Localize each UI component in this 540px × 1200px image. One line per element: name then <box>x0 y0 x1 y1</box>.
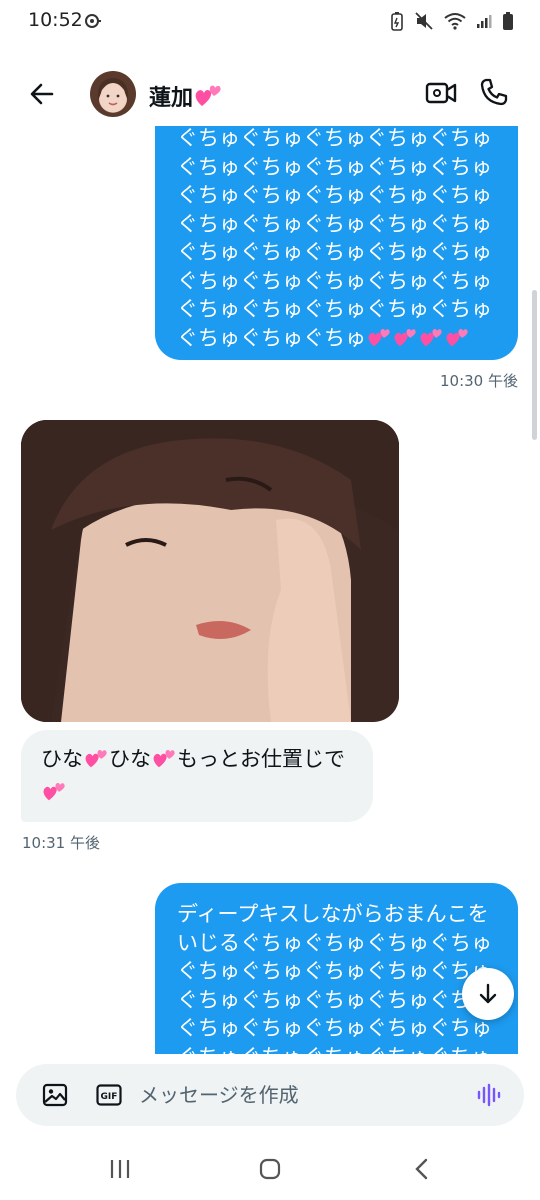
arrow-left-icon <box>30 83 54 105</box>
status-time: 10:52 <box>28 9 83 31</box>
sent-message-bubble[interactable]: ぐちゅぐちゅぐちゅぐちゅぐちゅぐちゅぐちゅぐちゅぐちゅぐちゅぐちゅぐちゅぐちゅぐ… <box>155 126 518 360</box>
message-timestamp: 10:31 午後 <box>22 834 100 852</box>
chevron-left-icon <box>415 1158 428 1180</box>
image-icon <box>42 1083 68 1107</box>
avatar[interactable] <box>90 71 136 117</box>
gif-button[interactable]: GIF <box>96 1084 122 1110</box>
system-back-button[interactable] <box>412 1158 432 1184</box>
battery-saver-icon <box>390 11 404 35</box>
message-text: もっとお仕置じで <box>177 747 345 771</box>
battery-icon <box>502 11 514 35</box>
recents-icon <box>110 1160 130 1178</box>
composer-area: GIF <box>0 1054 540 1140</box>
message-text: ディープキスしながらおまんこをいじるぐちゅぐちゅぐちゅぐちゅぐちゅぐちゅぐちゅぐ… <box>177 902 492 1060</box>
voice-wave-icon <box>477 1083 501 1107</box>
message-text: ひな <box>109 747 151 771</box>
add-image-button[interactable] <box>42 1083 68 1111</box>
video-call-button[interactable] <box>424 78 458 108</box>
two-hearts-icon <box>41 780 67 810</box>
video-camera-icon <box>425 82 457 104</box>
message-input[interactable] <box>139 1077 459 1113</box>
recents-button[interactable] <box>108 1158 132 1184</box>
data-saver-icon <box>84 12 102 34</box>
two-hearts-icon <box>151 747 177 777</box>
gif-icon: GIF <box>96 1084 122 1106</box>
two-hearts-icon <box>392 326 418 356</box>
contact-name-text: 蓮加 <box>149 86 194 111</box>
two-hearts-icon <box>83 747 109 777</box>
composer: GIF <box>16 1064 524 1126</box>
contact-name[interactable]: 蓮加 <box>149 80 223 114</box>
voice-message-button[interactable] <box>476 1083 502 1111</box>
phone-icon <box>480 78 508 106</box>
message-timestamp: 10:30 午後 <box>440 372 518 390</box>
scroll-to-bottom-button[interactable] <box>462 968 514 1020</box>
system-nav-bar <box>0 1140 540 1200</box>
two-hearts-icon <box>444 326 470 356</box>
message-text: ぐちゅぐちゅぐちゅぐちゅぐちゅぐちゅぐちゅぐちゅぐちゅぐちゅぐちゅぐちゅぐちゅぐ… <box>177 126 492 350</box>
mute-icon <box>414 11 434 35</box>
status-bar: 10:52 <box>0 0 540 44</box>
two-hearts-icon <box>193 82 223 114</box>
svg-text:GIF: GIF <box>101 1092 118 1102</box>
two-hearts-icon <box>366 326 392 356</box>
received-image[interactable] <box>21 420 399 722</box>
two-hearts-icon <box>418 326 444 356</box>
message-text: ひな <box>41 747 83 771</box>
sent-message-bubble[interactable]: ディープキスしながらおまんこをいじるぐちゅぐちゅぐちゅぐちゅぐちゅぐちゅぐちゅぐ… <box>155 883 518 1060</box>
message-list[interactable]: ぐちゅぐちゅぐちゅぐちゅぐちゅぐちゅぐちゅぐちゅぐちゅぐちゅぐちゅぐちゅぐちゅぐ… <box>0 126 540 1060</box>
wifi-icon <box>444 12 466 34</box>
voice-call-button[interactable] <box>478 76 510 108</box>
home-icon <box>259 1158 281 1180</box>
status-icons <box>390 11 514 35</box>
back-button[interactable] <box>26 78 58 110</box>
arrow-down-icon <box>479 983 497 1004</box>
conversation-header: 蓮加 <box>0 60 540 126</box>
signal-icon <box>476 13 492 33</box>
received-message-bubble[interactable]: ひな ひな もっとお仕置じで <box>21 730 373 822</box>
home-button[interactable] <box>259 1158 281 1184</box>
